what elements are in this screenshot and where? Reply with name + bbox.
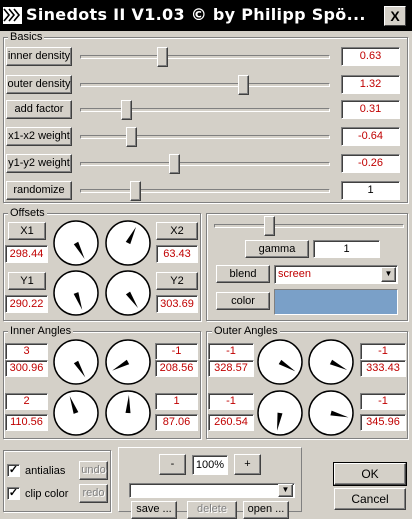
- y1-label: Y1: [8, 272, 46, 290]
- cancel-button[interactable]: Cancel: [334, 488, 406, 510]
- inner-dial-1[interactable]: [52, 338, 100, 386]
- gamma-label: gamma: [245, 240, 309, 258]
- delete-button[interactable]: delete: [187, 501, 237, 519]
- antialias-label: antialias: [25, 465, 66, 477]
- basics-value-5[interactable]: 1: [341, 181, 400, 200]
- redo-button[interactable]: redo: [79, 484, 108, 503]
- gamma-field[interactable]: 1: [313, 240, 380, 258]
- gamma-slider-thumb[interactable]: [263, 216, 275, 236]
- basics-slider-track-5[interactable]: [80, 189, 330, 193]
- inner-angle-field-7[interactable]: 87.06: [155, 414, 198, 431]
- inner-angle-field-1[interactable]: -1: [155, 343, 198, 360]
- x2-field[interactable]: 63.43: [156, 245, 198, 263]
- y1-field[interactable]: 290.22: [5, 295, 48, 313]
- inner-angle-field-2[interactable]: 300.96: [5, 360, 48, 377]
- basics-slider-thumb-3[interactable]: [125, 127, 137, 147]
- app-logo-icon: [3, 7, 22, 24]
- outer-angle-field-2[interactable]: 328.57: [208, 360, 254, 377]
- outer-dial-1[interactable]: [256, 338, 304, 386]
- basics-label-5[interactable]: randomize: [6, 181, 72, 200]
- x2-dial[interactable]: [104, 219, 152, 267]
- blend-select[interactable]: screen ▼: [274, 265, 398, 284]
- basics-label-0: inner density: [6, 47, 72, 66]
- zoom-minus-button[interactable]: -: [159, 454, 186, 475]
- inner-dial-4[interactable]: [104, 389, 152, 437]
- blend-dropdown-button[interactable]: ▼: [381, 267, 396, 282]
- y2-label: Y2: [156, 272, 198, 290]
- basics-slider-track-2[interactable]: [80, 108, 330, 112]
- basics-slider-track-4[interactable]: [80, 162, 330, 166]
- save-button[interactable]: save ...: [131, 501, 177, 519]
- x1-field[interactable]: 298.44: [5, 245, 48, 263]
- color-label: color: [216, 292, 270, 310]
- basics-slider-track-3[interactable]: [80, 135, 330, 139]
- outer-angle-field-7[interactable]: 345.96: [360, 414, 406, 431]
- outer-angle-field-6[interactable]: 260.54: [208, 414, 254, 431]
- outer-angle-field-5[interactable]: -1: [360, 393, 406, 410]
- gamma-slider-track[interactable]: [214, 224, 404, 228]
- basics-value-2[interactable]: 0.31: [341, 100, 400, 119]
- y2-field[interactable]: 303.69: [156, 295, 198, 313]
- color-swatch[interactable]: [274, 289, 398, 315]
- basics-slider-thumb-4[interactable]: [168, 154, 180, 174]
- x1-label: X1: [8, 222, 46, 240]
- y2-dial[interactable]: [104, 269, 152, 317]
- basics-value-0[interactable]: 0.63: [341, 47, 400, 66]
- outer-dial-3[interactable]: [256, 389, 304, 437]
- blend-select-value: screen: [278, 268, 312, 280]
- title-bar: Sinedots II V1.03 © by Philipp Spö... X: [0, 0, 412, 31]
- inner-dial-3[interactable]: [52, 389, 100, 437]
- antialias-checkbox[interactable]: ✓: [7, 464, 20, 477]
- preset-select[interactable]: ▼: [129, 483, 295, 498]
- outer-angle-field-4[interactable]: -1: [208, 393, 254, 410]
- y1-dial[interactable]: [52, 269, 100, 317]
- x1-dial[interactable]: [52, 219, 100, 267]
- inner-angle-field-0[interactable]: 3: [5, 343, 48, 360]
- outer-angle-field-0[interactable]: -1: [208, 343, 254, 360]
- basics-value-4[interactable]: -0.26: [341, 154, 400, 173]
- undo-button[interactable]: undo: [79, 461, 108, 480]
- basics-slider-thumb-5[interactable]: [130, 181, 142, 201]
- zoom-plus-button[interactable]: +: [234, 454, 261, 475]
- clip-color-label: clip color: [25, 488, 69, 500]
- inner-angle-field-4[interactable]: 2: [5, 393, 48, 410]
- x2-label: X2: [156, 222, 198, 240]
- zoom-field[interactable]: 100%: [192, 455, 228, 475]
- preset-dropdown-button[interactable]: ▼: [278, 484, 293, 497]
- inner-dial-2[interactable]: [104, 338, 152, 386]
- inner-angle-field-6[interactable]: 110.56: [5, 414, 48, 431]
- outer-dial-2[interactable]: [307, 338, 355, 386]
- basics-label-4: y1-y2 weight: [6, 154, 72, 173]
- outer-angles-title: Outer Angles: [212, 325, 280, 337]
- basics-label-1: outer density: [6, 75, 72, 94]
- outer-angle-field-3[interactable]: 333.43: [360, 360, 406, 377]
- blend-label: blend: [216, 265, 270, 283]
- basics-slider-thumb-2[interactable]: [120, 100, 132, 120]
- clip-color-checkbox[interactable]: ✓: [7, 487, 20, 500]
- inner-angle-field-5[interactable]: 1: [155, 393, 198, 410]
- basics-value-3[interactable]: -0.64: [341, 127, 400, 146]
- basics-value-1[interactable]: 1.32: [341, 75, 400, 94]
- basics-slider-track-0[interactable]: [80, 55, 330, 59]
- inner-angles-title: Inner Angles: [8, 325, 74, 337]
- close-button[interactable]: X: [384, 6, 406, 26]
- basics-slider-thumb-1[interactable]: [238, 75, 250, 95]
- basics-slider-track-1[interactable]: [80, 83, 330, 87]
- outer-dial-4[interactable]: [307, 389, 355, 437]
- outer-angle-field-1[interactable]: -1: [360, 343, 406, 360]
- window-title: Sinedots II V1.03 © by Philipp Spö...: [26, 5, 366, 24]
- offsets-title: Offsets: [8, 207, 47, 219]
- basics-title: Basics: [8, 31, 45, 43]
- basics-label-2: add factor: [6, 100, 72, 119]
- ok-button[interactable]: OK: [333, 462, 407, 486]
- basics-label-3: x1-x2 weight: [6, 127, 72, 146]
- open-button[interactable]: open ...: [243, 501, 289, 519]
- basics-slider-thumb-0[interactable]: [156, 47, 168, 67]
- inner-angle-field-3[interactable]: 208.56: [155, 360, 198, 377]
